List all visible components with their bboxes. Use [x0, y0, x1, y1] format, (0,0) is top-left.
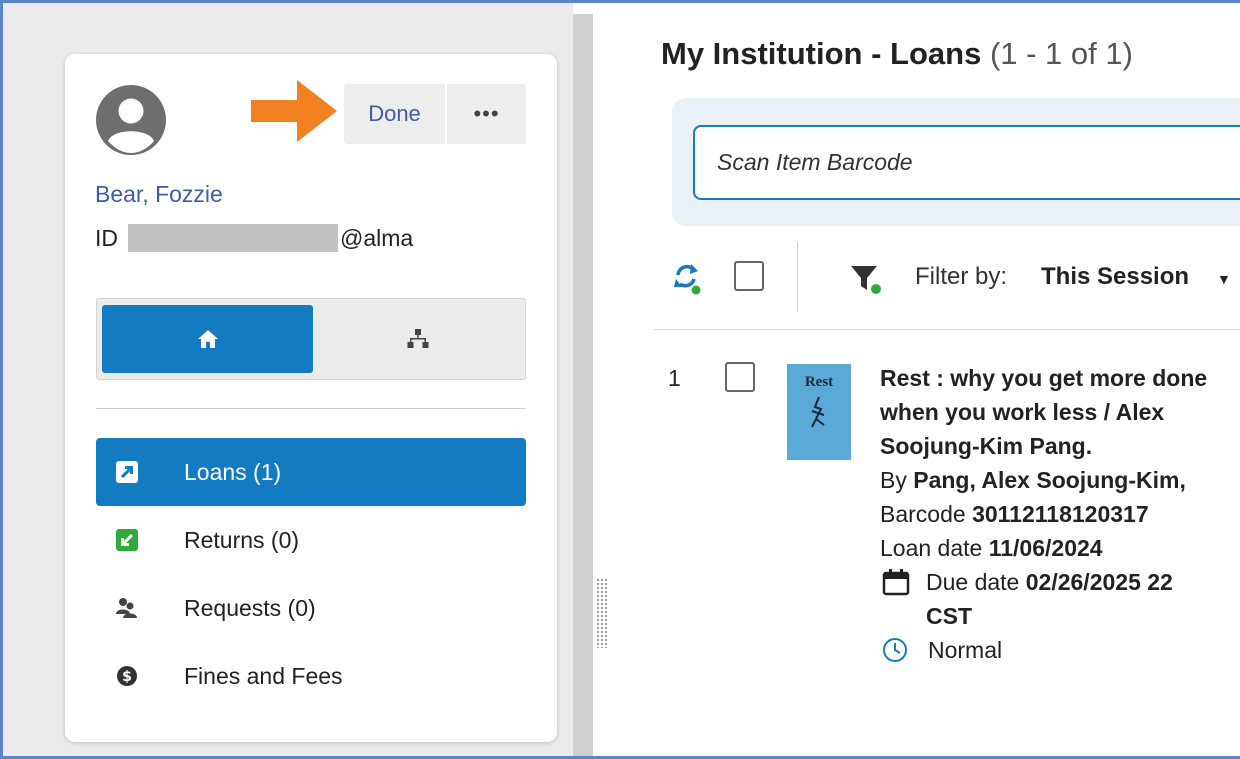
hierarchy-view-button[interactable]: [315, 305, 521, 373]
menu-item-label: Returns (0): [184, 526, 300, 553]
row-checkbox[interactable]: [725, 362, 755, 392]
filter-label: Filter by:: [915, 263, 1008, 290]
filter-icon[interactable]: [849, 262, 883, 296]
select-all-checkbox[interactable]: [734, 261, 764, 291]
item-loan-policy: Normal: [880, 633, 1240, 667]
scan-barcode-input[interactable]: [693, 125, 1240, 200]
row-index: 1: [668, 365, 681, 391]
refresh-icon[interactable]: [672, 261, 702, 295]
patron-id-suffix: @alma: [340, 224, 414, 251]
done-button[interactable]: Done: [344, 84, 445, 144]
redacted-id-block: [128, 224, 338, 252]
home-icon: [197, 330, 218, 348]
returns-check-icon: [114, 527, 140, 553]
requests-people-icon: [114, 595, 140, 621]
page-title-text: My Institution - Loans: [661, 36, 982, 71]
result-count: (1 - 1 of 1): [989, 36, 1133, 71]
patron-name-link[interactable]: Bear, Fozzie: [95, 181, 223, 208]
user-avatar-icon: [96, 85, 166, 155]
item-author: By Pang, Alex Soojung-Kim,: [880, 467, 1186, 493]
menu-item-label: Requests (0): [184, 594, 316, 621]
menu-item-label: Fines and Fees: [184, 662, 343, 689]
page-title: My Institution - Loans (1 - 1 of 1): [661, 36, 1133, 72]
orange-arrow-icon: [251, 80, 337, 142]
figure-illustration-icon: [811, 396, 825, 428]
filter-dropdown[interactable]: This Session: [1041, 263, 1189, 291]
item-loan-date: Loan date 11/06/2024: [880, 535, 1103, 561]
item-barcode: Barcode 30112118120317: [880, 501, 1149, 527]
dollar-circle-icon: $: [114, 663, 140, 689]
chevron-down-icon[interactable]: ▼: [1217, 271, 1231, 287]
item-title-link[interactable]: Rest : why you get more done when you wo…: [880, 361, 1240, 463]
menu-item-loans[interactable]: Loans (1): [96, 438, 526, 506]
item-due-date: Due date 02/26/2025 22 CST: [880, 565, 1240, 633]
menu-item-label: Loans (1): [184, 458, 282, 485]
loans-arrow-icon: [114, 459, 140, 485]
menu-item-requests[interactable]: Requests (0): [96, 574, 526, 642]
calendar-icon: [882, 569, 910, 596]
hierarchy-icon: [407, 329, 429, 348]
patron-id: ID @alma: [95, 224, 413, 252]
clock-icon: [883, 638, 907, 662]
menu-item-returns[interactable]: Returns (0): [96, 506, 526, 574]
svg-text:$: $: [122, 669, 132, 685]
menu-item-fines-fees[interactable]: $ Fines and Fees: [96, 642, 526, 710]
book-cover-title: Rest: [804, 374, 834, 390]
patron-pane: Done ••• Bear, Fozzie ID @alma Loans (1)…: [3, 3, 573, 756]
patron-card: Done ••• Bear, Fozzie ID @alma Loans (1)…: [65, 54, 557, 742]
toolbar-separator: [797, 242, 798, 312]
more-options-button[interactable]: •••: [447, 84, 526, 144]
splitter-grip-handle[interactable]: [596, 578, 608, 648]
patron-id-prefix: ID: [95, 224, 118, 251]
list-separator: [654, 329, 1240, 330]
view-toggle: [96, 298, 526, 380]
loan-details: Rest : why you get more done when you wo…: [880, 361, 1240, 667]
menu-divider: [96, 408, 526, 409]
pane-scrollbar[interactable]: [573, 14, 593, 759]
book-cover-image: Rest: [787, 364, 851, 460]
home-view-button[interactable]: [102, 305, 313, 373]
